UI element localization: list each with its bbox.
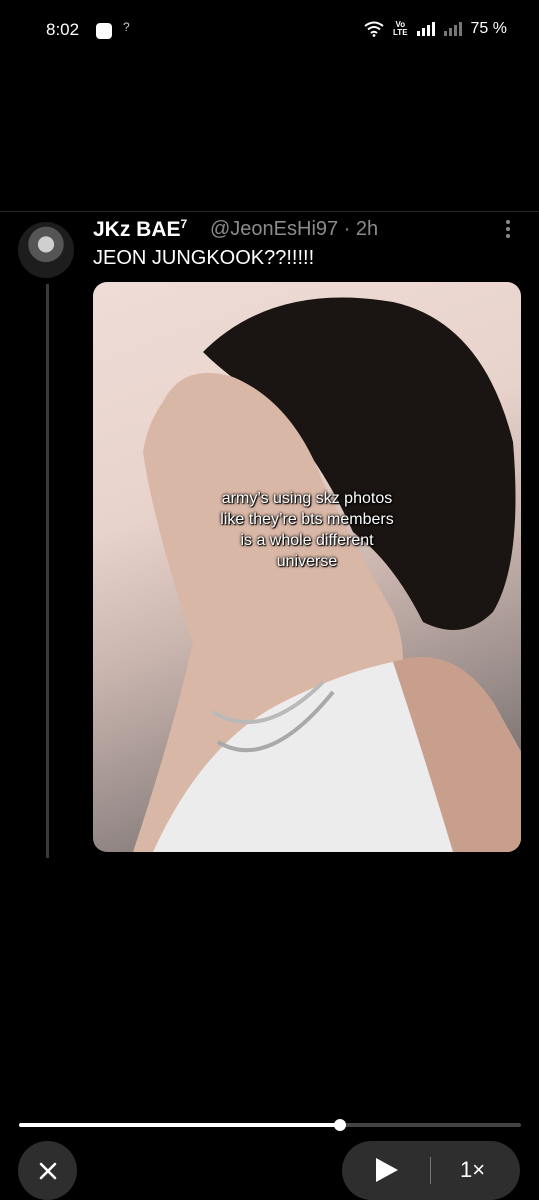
status-bar: 8:02 ? Vo LTE 75 % xyxy=(0,0,539,62)
status-time: 8:02 xyxy=(46,20,80,39)
no-sim-icon: ? xyxy=(123,20,130,34)
playback-controls: 1× xyxy=(342,1141,520,1200)
close-icon xyxy=(39,1162,56,1179)
progress-fill xyxy=(19,1123,341,1127)
progress-knob[interactable] xyxy=(334,1119,347,1131)
media-caption: army’s using skz photos like they’re bts… xyxy=(220,490,394,570)
signal-2-icon xyxy=(443,22,462,36)
more-options-icon[interactable] xyxy=(500,220,516,244)
progress-bar[interactable] xyxy=(19,1119,521,1131)
notification-icon xyxy=(96,23,112,39)
status-icons: Vo LTE 75 % xyxy=(364,20,507,38)
avatar[interactable] xyxy=(18,222,74,278)
volte-icon: Vo LTE xyxy=(393,20,408,37)
close-button[interactable] xyxy=(18,1141,77,1200)
handle-and-time[interactable]: @JeonEsHi97 · 2h xyxy=(210,218,378,241)
playback-speed-button[interactable]: 1× xyxy=(460,1157,485,1183)
play-icon[interactable] xyxy=(376,1158,398,1182)
divider xyxy=(430,1157,431,1184)
signal-icon xyxy=(416,22,435,36)
tweet-text: JEON JUNGKOOK??!!!!! xyxy=(93,247,315,269)
tweet-media-image[interactable]: army’s using skz photos like they’re bts… xyxy=(93,282,521,852)
display-name[interactable]: JKz BAE7 xyxy=(93,217,187,242)
thread-line xyxy=(46,284,49,858)
battery-level: 75 % xyxy=(470,20,507,37)
name-badge: 7 xyxy=(180,217,188,231)
wifi-icon xyxy=(364,21,384,37)
